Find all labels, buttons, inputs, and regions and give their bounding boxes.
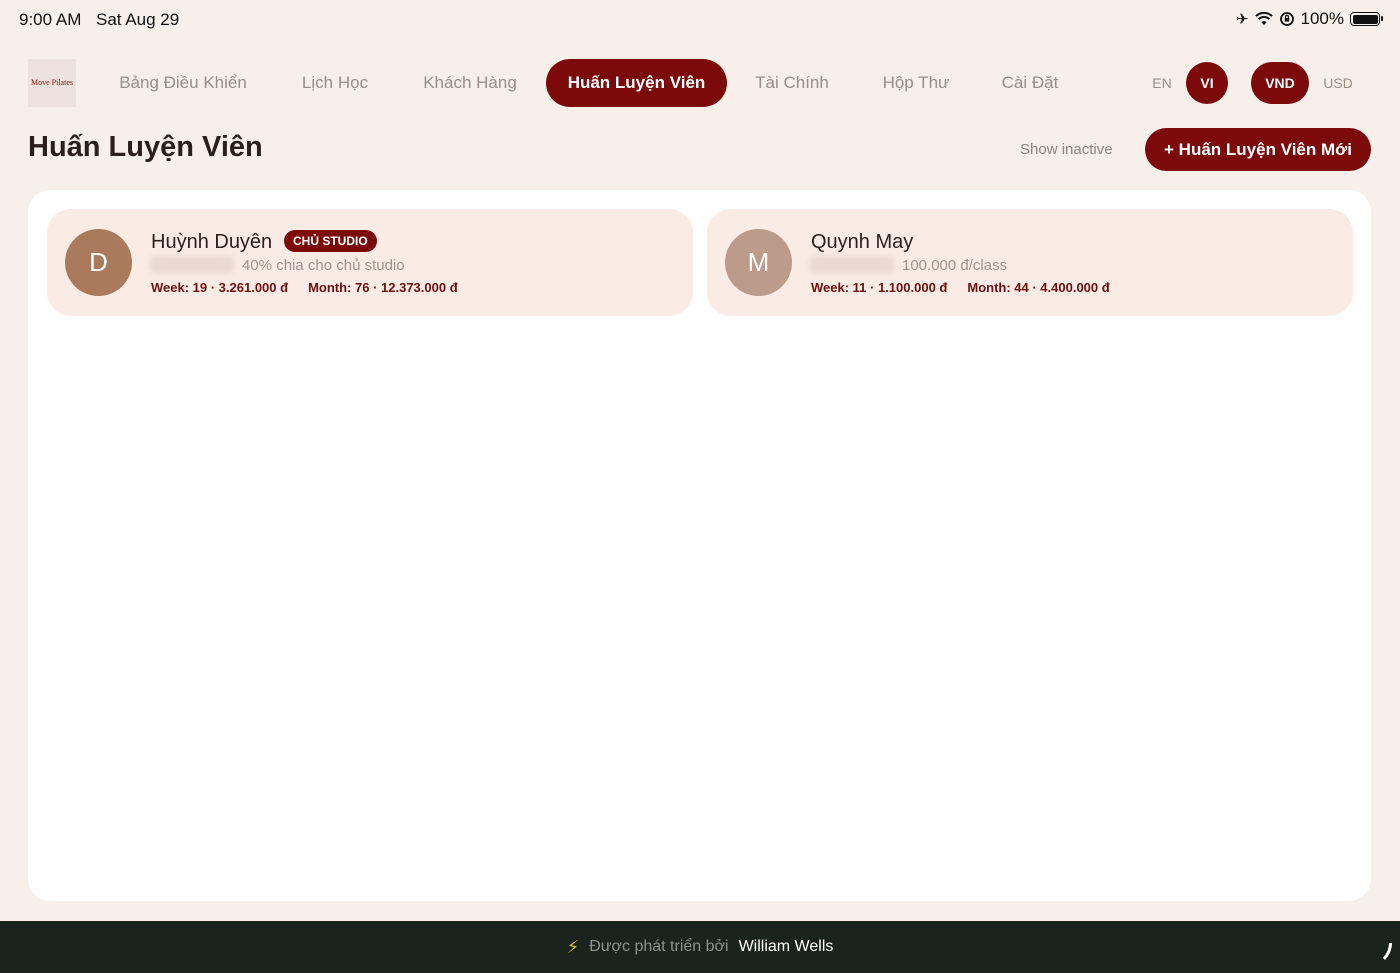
- avatar: M: [725, 229, 792, 296]
- month-stats: Month: 76 · 12.373.000 đ: [308, 280, 458, 295]
- battery-icon: [1350, 12, 1383, 26]
- new-trainer-button[interactable]: + Huấn Luyện Viên Mới: [1145, 128, 1371, 171]
- status-date: Sat Aug 29: [96, 10, 180, 29]
- trainer-name: Huỳnh Duyên: [151, 231, 273, 253]
- footer-author[interactable]: William Wells: [739, 938, 834, 956]
- blurred-contact: [809, 256, 895, 274]
- blurred-contact: [149, 256, 235, 274]
- orientation-lock-icon: [1279, 12, 1294, 26]
- trainer-stats: Week: 19 · 3.261.000 đ Month: 76 · 12.373…: [151, 280, 458, 295]
- page-title: Huấn Luyện Viên: [28, 131, 263, 163]
- month-stats: Month: 44 · 4.400.000 đ: [967, 280, 1110, 295]
- week-stats: Week: 11 · 1.100.000 đ: [811, 280, 948, 295]
- language-en[interactable]: EN: [1142, 62, 1182, 104]
- owner-badge: CHỦ STUDIO: [284, 230, 377, 252]
- battery-percent: 100%: [1300, 9, 1344, 28]
- studio-logo[interactable]: Move Pilates: [28, 59, 76, 107]
- lightning-icon: ⚡: [566, 936, 580, 957]
- tab-settings[interactable]: Cài Đặt: [986, 59, 1074, 107]
- status-bar: 9:00 AM Sat Aug 29 ✈ 100%: [0, 0, 1400, 38]
- tab-finance[interactable]: Tài Chính: [740, 59, 844, 107]
- footer-text: Được phát triển bởi: [589, 938, 729, 955]
- tab-trainers[interactable]: Huấn Luyện Viên: [546, 59, 727, 107]
- tab-inbox[interactable]: Hộp Thư: [864, 59, 968, 107]
- language-vi[interactable]: VI: [1186, 62, 1228, 104]
- status-time: 9:00 AM: [19, 10, 82, 29]
- trainer-stats: Week: 11 · 1.100.000 đ Month: 44 · 4.400.…: [811, 280, 1110, 295]
- trainer-rate: 40% chia cho chủ studio: [242, 257, 405, 274]
- wifi-icon: [1254, 12, 1273, 25]
- tab-clients[interactable]: Khách Hàng: [404, 59, 536, 107]
- show-inactive-toggle[interactable]: Show inactive: [1020, 141, 1113, 158]
- trainer-list-panel: D Huỳnh Duyên CHỦ STUDIO 40% chia cho ch…: [28, 190, 1371, 901]
- currency-vnd[interactable]: VND: [1251, 62, 1309, 104]
- trainer-name: Quynh May: [811, 231, 914, 253]
- currency-usd[interactable]: USD: [1313, 62, 1363, 104]
- avatar: D: [65, 229, 132, 296]
- week-stats: Week: 19 · 3.261.000 đ: [151, 280, 289, 295]
- trainer-card[interactable]: D Huỳnh Duyên CHỦ STUDIO 40% chia cho ch…: [47, 209, 693, 316]
- home-indicator-corner: [1368, 943, 1392, 967]
- trainer-card[interactable]: M Quynh May 100.000 đ/class Week: 11 · 1…: [707, 209, 1353, 316]
- logo-text: Move Pilates: [31, 78, 73, 87]
- tab-schedule[interactable]: Lịch Học: [286, 59, 384, 107]
- status-indicators: ✈ 100%: [1235, 9, 1383, 29]
- footer: ⚡ Được phát triển bởi William Wells: [0, 921, 1400, 973]
- tab-dashboard[interactable]: Bảng Điều Khiển: [100, 59, 266, 107]
- airplane-icon: ✈: [1235, 10, 1249, 28]
- trainer-rate: 100.000 đ/class: [902, 257, 1008, 274]
